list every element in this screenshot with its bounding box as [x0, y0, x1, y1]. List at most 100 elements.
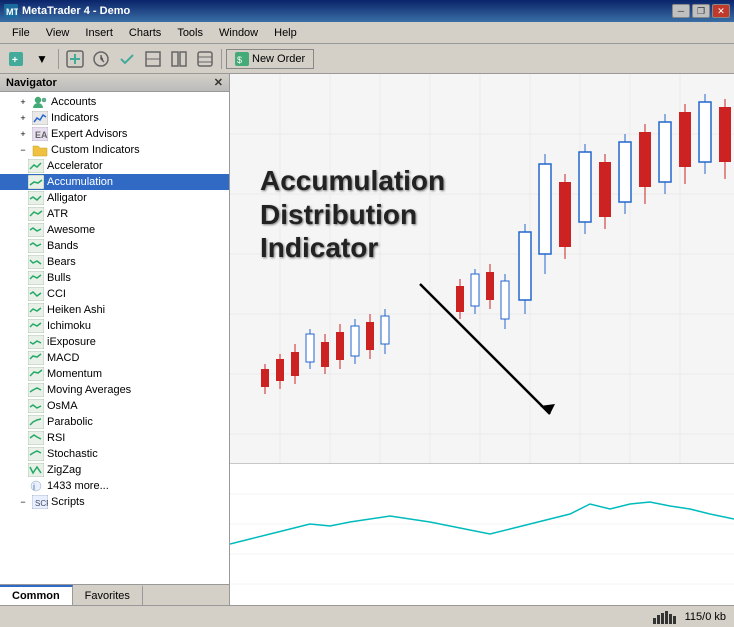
item-label: OsMA: [47, 400, 78, 412]
toolbar-btn-3[interactable]: [115, 48, 139, 70]
indicator-icon-osma: [28, 399, 44, 413]
nav-item-rsi[interactable]: RSI: [0, 430, 229, 446]
item-label: Heiken Ashi: [47, 304, 105, 316]
indicator-icon-stochastic: [28, 447, 44, 461]
nav-item-bands[interactable]: Bands: [0, 238, 229, 254]
item-label: Ichimoku: [47, 320, 91, 332]
item-label: Stochastic: [47, 448, 98, 460]
expand-scripts-icon: −: [16, 495, 30, 509]
nav-item-moving-averages[interactable]: Moving Averages: [0, 382, 229, 398]
toolbar-btn-6[interactable]: [193, 48, 217, 70]
item-label: RSI: [47, 432, 65, 444]
status-right: 115/0 kb: [653, 610, 726, 624]
nav-item-alligator[interactable]: Alligator: [0, 190, 229, 206]
nav-item-accumulation[interactable]: Accumulation: [0, 174, 229, 190]
nav-item-parabolic[interactable]: Parabolic: [0, 414, 229, 430]
status-memory: 115/0 kb: [685, 611, 726, 623]
item-label-accumulation: Accumulation: [47, 176, 113, 188]
nav-expert-advisors[interactable]: + EA Expert Advisors: [0, 126, 229, 142]
menu-tools[interactable]: Tools: [169, 25, 211, 41]
svg-text:EA: EA: [35, 130, 48, 140]
status-bar: 115/0 kb: [0, 605, 734, 627]
menu-window[interactable]: Window: [211, 25, 266, 41]
chart-svg: [230, 74, 734, 605]
nav-item-awesome[interactable]: Awesome: [0, 222, 229, 238]
indicator-icon-bands: [28, 239, 44, 253]
item-label: iExposure: [47, 336, 96, 348]
item-label: ATR: [47, 208, 68, 220]
expand-ea-icon: +: [16, 127, 30, 141]
toolbar-new[interactable]: +: [4, 48, 28, 70]
nav-tree: + Accounts +: [0, 92, 229, 512]
nav-item-cci[interactable]: CCI: [0, 286, 229, 302]
toolbar-btn-4[interactable]: [141, 48, 165, 70]
indicator-icon-atr: [28, 207, 44, 221]
navigator-panel: Navigator ✕ + Accounts: [0, 74, 230, 605]
menu-view[interactable]: View: [38, 25, 78, 41]
nav-item-more[interactable]: i 1433 more...: [0, 478, 229, 494]
navigator-header: Navigator ✕: [0, 74, 229, 92]
navigator-close-button[interactable]: ✕: [214, 76, 223, 89]
toolbar-btn-2[interactable]: [89, 48, 113, 70]
indicator-icon-rsi: [28, 431, 44, 445]
navigator-content[interactable]: + Accounts +: [0, 92, 229, 584]
toolbar: + ▼: [0, 44, 734, 74]
menu-file[interactable]: File: [4, 25, 38, 41]
nav-accounts[interactable]: + Accounts: [0, 94, 229, 110]
nav-item-accelerator[interactable]: Accelerator: [0, 158, 229, 174]
nav-item-ichimoku[interactable]: Ichimoku: [0, 318, 229, 334]
indicator-icon-accelerator: [28, 159, 44, 173]
app-title: MetaTrader 4 - Demo: [22, 5, 130, 17]
title-bar-left: MT MetaTrader 4 - Demo: [4, 4, 130, 18]
minimize-button[interactable]: ─: [672, 4, 690, 18]
new-order-label: New Order: [252, 53, 305, 65]
nav-item-osma[interactable]: OsMA: [0, 398, 229, 414]
item-label: Alligator: [47, 192, 87, 204]
nav-item-iexposure[interactable]: iExposure: [0, 334, 229, 350]
toolbar-dropdown[interactable]: ▼: [30, 48, 54, 70]
nav-item-atr[interactable]: ATR: [0, 206, 229, 222]
indicator-icon-bulls: [28, 271, 44, 285]
toolbar-btn-1[interactable]: [63, 48, 87, 70]
toolbar-btn-5[interactable]: [167, 48, 191, 70]
indicator-icon-heiken: [28, 303, 44, 317]
nav-item-stochastic[interactable]: Stochastic: [0, 446, 229, 462]
menu-charts[interactable]: Charts: [121, 25, 169, 41]
indicator-icon-parabolic: [28, 415, 44, 429]
nav-item-bears[interactable]: Bears: [0, 254, 229, 270]
item-label: Awesome: [47, 224, 95, 236]
nav-item-macd[interactable]: MACD: [0, 350, 229, 366]
item-label: CCI: [47, 288, 66, 300]
close-button[interactable]: ✕: [712, 4, 730, 18]
tab-common[interactable]: Common: [0, 585, 73, 605]
nav-scripts[interactable]: − SCR Scripts: [0, 494, 229, 510]
indicators-icon: [32, 111, 48, 125]
indicator-icon-cci: [28, 287, 44, 301]
item-label: ZigZag: [47, 464, 81, 476]
separator-2: [221, 49, 222, 69]
nav-custom-indicators[interactable]: − Custom Indicators: [0, 142, 229, 158]
tab-favorites[interactable]: Favorites: [73, 585, 143, 605]
svg-text:SCR: SCR: [35, 499, 48, 508]
new-order-button[interactable]: $ New Order: [226, 49, 314, 69]
indicator-icon-ichimoku: [28, 319, 44, 333]
expand-indicators-icon: +: [16, 111, 30, 125]
main-layout: Navigator ✕ + Accounts: [0, 74, 734, 605]
custom-indicators-label: Custom Indicators: [51, 144, 140, 156]
chart-area: Accumulation Distribution Indicator: [230, 74, 734, 605]
nav-item-heiken-ashi[interactable]: Heiken Ashi: [0, 302, 229, 318]
title-bar: MT MetaTrader 4 - Demo ─ ❐ ✕: [0, 0, 734, 22]
menu-help[interactable]: Help: [266, 25, 305, 41]
item-label: Parabolic: [47, 416, 93, 428]
nav-item-bulls[interactable]: Bulls: [0, 270, 229, 286]
navigator-title: Navigator: [6, 77, 57, 89]
indicator-icon-more: i: [28, 479, 44, 493]
nav-item-zigzag[interactable]: ZigZag: [0, 462, 229, 478]
app-icon: MT: [4, 4, 18, 18]
title-bar-controls: ─ ❐ ✕: [672, 4, 730, 18]
nav-item-momentum[interactable]: Momentum: [0, 366, 229, 382]
menu-insert[interactable]: Insert: [77, 25, 121, 41]
nav-indicators[interactable]: + Indicators: [0, 110, 229, 126]
restore-button[interactable]: ❐: [692, 4, 710, 18]
scripts-label: Scripts: [51, 496, 85, 508]
